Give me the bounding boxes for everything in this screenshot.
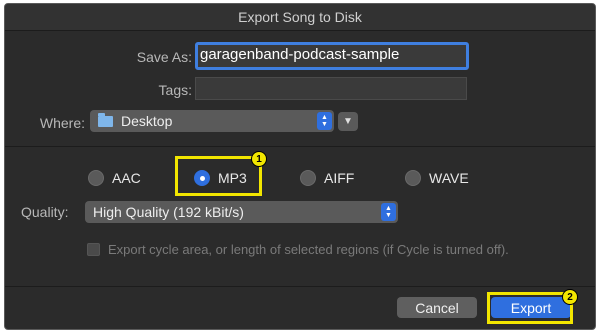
step-badge-2: 2 [562,289,578,305]
export-highlight-box [487,292,573,324]
radio-wave-label: WAVE [429,170,469,186]
radio-aiff[interactable]: AIFF [300,170,354,186]
radio-aiff-button[interactable] [300,170,316,186]
mp3-highlight-box [175,156,262,196]
export-dialog: Export Song to Disk Save As: garagenband… [4,3,596,330]
cancel-button[interactable]: Cancel [397,297,477,318]
tags-label: Tags: [158,82,192,98]
radio-aac-button[interactable] [88,170,104,186]
where-popup[interactable]: Desktop ▲ ▼ [90,110,334,132]
cycle-option-label: Export cycle area, or length of selected… [108,242,509,257]
cycle-option[interactable]: Export cycle area, or length of selected… [87,242,509,257]
expand-location-button[interactable]: ▼ [338,112,358,131]
radio-aac[interactable]: AAC [88,170,141,186]
radio-aac-label: AAC [112,170,141,186]
save-as-field[interactable]: garagenband-podcast-sample [195,42,469,70]
footer-divider [5,286,595,287]
radio-wave[interactable]: WAVE [405,170,469,186]
where-label: Where: [39,115,85,131]
quality-popup[interactable]: High Quality (192 kBit/s) ▲ ▼ [85,201,398,223]
cycle-checkbox[interactable] [87,243,100,256]
radio-aiff-label: AIFF [324,170,355,186]
tags-field[interactable] [195,77,467,100]
section-divider [5,146,595,147]
where-value: Desktop [121,113,173,129]
save-as-label: Save As: [136,49,192,65]
popup-stepper-icon: ▲ ▼ [381,203,396,221]
quality-label: Quality: [21,204,69,220]
radio-wave-button[interactable] [405,170,421,186]
quality-value: High Quality (192 kBit/s) [93,204,244,220]
window-title: Export Song to Disk [5,4,595,31]
step-badge-1: 1 [251,151,267,167]
popup-stepper-icon: ▲ ▼ [317,112,332,130]
chevron-down-icon: ▼ [343,116,353,127]
folder-icon [98,112,113,127]
